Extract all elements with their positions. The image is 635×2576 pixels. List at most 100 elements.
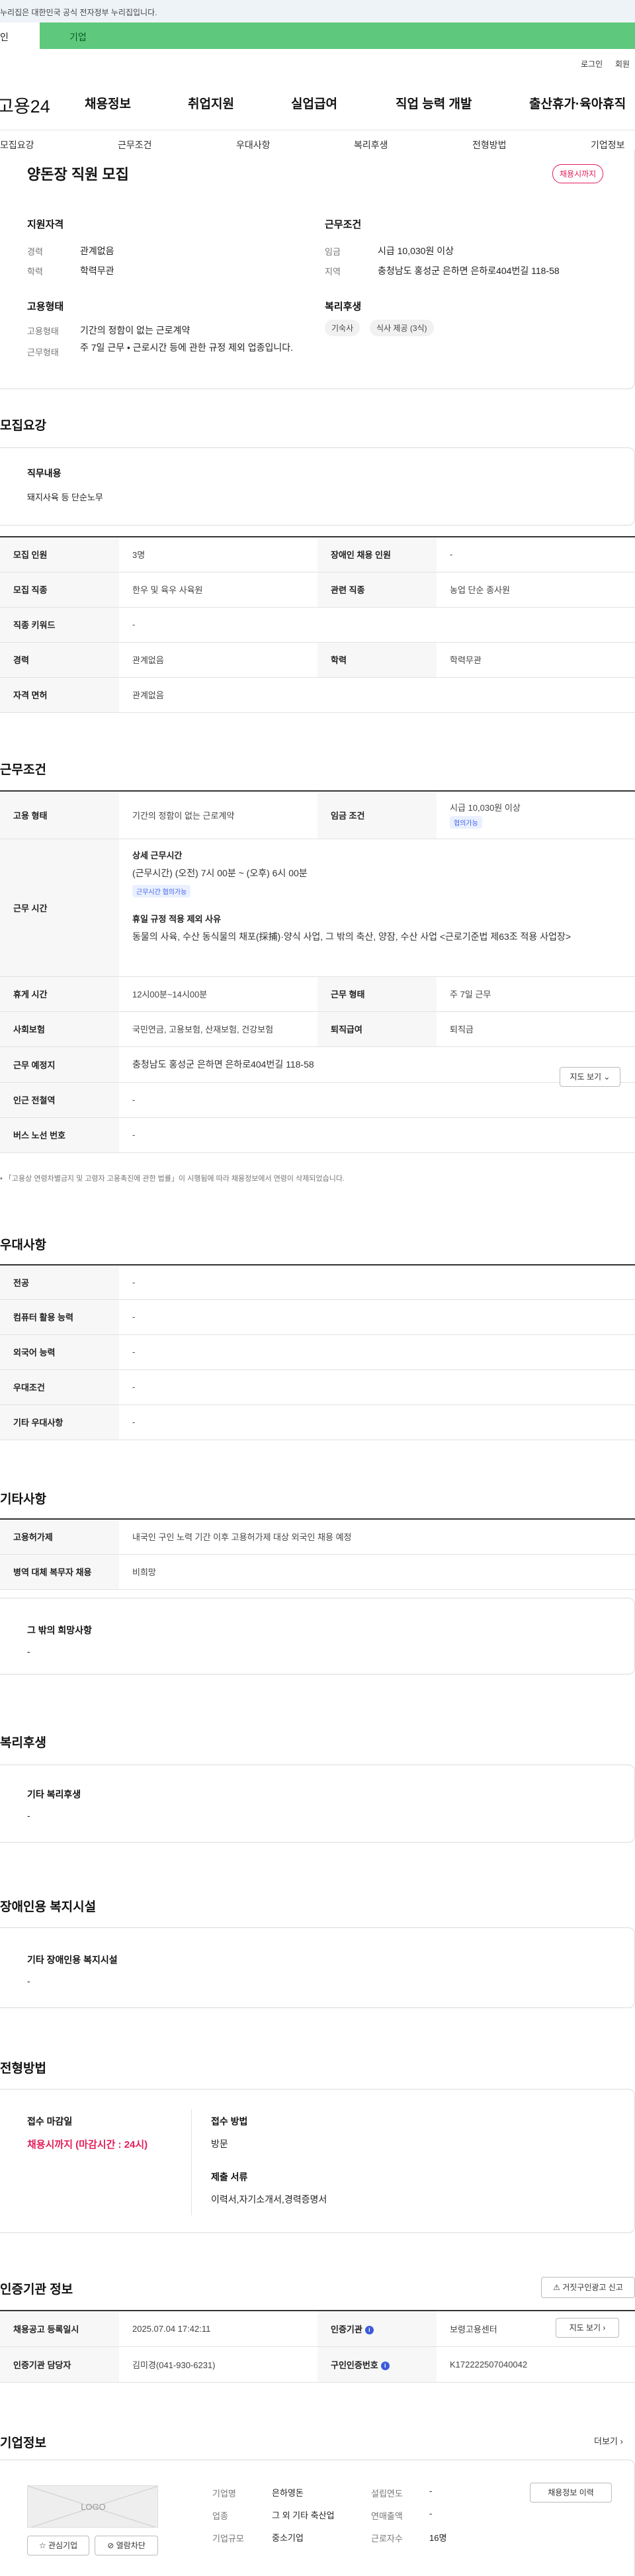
agency-table: 채용공고 등록일시 2025.07.04 17:42:11 인증기관 i 보령고용… — [0, 2310, 635, 2383]
logo-placeholder-text: LOGO — [81, 2502, 106, 2512]
welfare-etc-value: - — [27, 1810, 30, 1821]
permit-label: 고용허가제 — [0, 1519, 119, 1555]
emp-form-value: 기간의 정함이 없는 근로계약 — [119, 791, 318, 839]
gnb-item-parental-leave[interactable]: 출산휴가·육아휴직 — [529, 94, 626, 112]
pref-condition-value: - — [119, 1369, 635, 1405]
emp-form-label: 고용 형태 — [0, 791, 119, 839]
status-badge: 채용시까지 — [552, 164, 604, 183]
pref-language-label: 외국어 능력 — [0, 1334, 119, 1370]
pref-major-value: - — [119, 1265, 635, 1300]
site-logo[interactable]: 고용24 — [0, 92, 50, 118]
reg-label: 채용공고 등록일시 — [0, 2311, 119, 2347]
manager-value: 김미경(041-930-6231) — [119, 2346, 318, 2383]
info-icon[interactable]: i — [380, 2361, 390, 2370]
favorite-company-button[interactable]: ☆ 관심기업 — [27, 2536, 89, 2555]
gov-notice-bar: 누리집은 대한민국 공식 전자정부 누리집입니다. — [0, 0, 635, 23]
place-cell: 충청남도 홍성군 은하면 은하로404번길 118-58 — [119, 1046, 635, 1083]
etc-title: 기타사항 — [0, 1493, 46, 1506]
join-link[interactable]: 회원 — [615, 58, 630, 69]
tab-personal[interactable]: 인 — [0, 23, 40, 49]
break-label: 휴게 시간 — [0, 976, 119, 1012]
gnb-item-training[interactable]: 직업 능력 개발 — [396, 94, 472, 112]
facility-value: - — [27, 1976, 30, 1986]
staff-value: 16명 — [429, 2533, 447, 2543]
report-fake-ad-button[interactable]: ⚠ 거짓구인광고 신고 — [541, 2277, 635, 2298]
bus-value: - — [119, 1117, 635, 1153]
gnb-item-employment-support[interactable]: 취업지원 — [188, 94, 234, 112]
military-value: 비희망 — [119, 1554, 635, 1590]
chevron-right-icon: › — [620, 2436, 623, 2446]
req-career-label: 경력 — [0, 642, 119, 678]
reg-value: 2025.07.04 17:42:11 — [119, 2311, 318, 2347]
req-career-value: 관계없음 — [119, 642, 318, 678]
employment-head: 고용형태 — [27, 301, 64, 312]
sales-label: 연매출액 — [371, 2511, 403, 2521]
severance-label: 퇴직급여 — [318, 1011, 437, 1047]
industry-value: 그 외 기타 축산업 — [272, 2510, 335, 2520]
selection-title: 전형방법 — [0, 2062, 46, 2076]
welfare-pill-dorm: 기숙사 — [325, 320, 360, 336]
company-name-label: 기업명 — [212, 2489, 236, 2499]
tab-company[interactable]: 기업 — [40, 23, 635, 49]
agency-map-button[interactable]: 지도 보기 › — [556, 2318, 619, 2338]
other-wish-card: 그 밖의 희망사항 - — [0, 1598, 635, 1675]
license-label: 자격 면허 — [0, 677, 119, 713]
industry-label: 업종 — [212, 2511, 228, 2521]
insurance-label: 사회보험 — [0, 1011, 119, 1047]
job-summary-card: 양돈장 직원 모집 채용시까지 지원자격 경력 관계없음 학력 학력무관 고용형… — [0, 150, 635, 389]
preference-title: 우대사항 — [0, 1238, 46, 1252]
related-value: 농업 단순 종사원 — [437, 572, 635, 608]
company-more-link[interactable]: 더보기 › — [594, 2434, 623, 2447]
keyword-label: 직종 키워드 — [0, 607, 119, 643]
age-law-note: • 「고용상 연령차별금지 및 고령자 고용촉진에 관한 법률」이 시행됨에 따… — [0, 1175, 345, 1183]
keyword-value: - — [119, 607, 635, 643]
gnb-item-unemployment[interactable]: 실업급여 — [291, 94, 337, 112]
info-icon[interactable]: i — [364, 2325, 374, 2334]
size-value: 중소기업 — [272, 2533, 304, 2543]
emp-type-value: 기간의 정함이 없는 근로계약 — [80, 325, 190, 336]
gnb-item-jobs[interactable]: 채용정보 — [85, 94, 131, 112]
holiday-exclude-value: 동물의 사육, 수산 동식물의 채포(採捕)·양식 사업, 그 밖의 축산, 양… — [132, 931, 572, 942]
other-wish-head: 그 밖의 희망사항 — [27, 1625, 92, 1635]
edu-value: 학력무관 — [80, 265, 114, 276]
other-wish-value: - — [27, 1646, 30, 1657]
method-value: 방문 — [211, 2139, 228, 2149]
block-view-button[interactable]: ⊘ 열람차단 — [95, 2536, 158, 2555]
severance-value: 퇴직금 — [437, 1011, 635, 1047]
disabled-value: - — [437, 537, 635, 573]
welfare-card: 기타 복리후생 - — [0, 1765, 635, 1843]
map-view-button[interactable]: 지도 보기 ⌄ — [560, 1067, 620, 1087]
agency-title: 인증기관 정보 — [0, 2283, 73, 2297]
facility-title: 장애인용 복지시설 — [0, 1900, 97, 1914]
block-icon: ⊘ — [107, 2541, 114, 2550]
recruit-history-button[interactable]: 채용정보 이력 — [530, 2483, 612, 2503]
pref-etc-value: - — [119, 1404, 635, 1440]
chevron-right-icon: › — [603, 2323, 606, 2332]
wage-cond-cell: 시급 10,030원 이상 협의가능 — [437, 791, 635, 839]
recruit-title: 모집요강 — [0, 419, 46, 433]
station-label: 인근 전철역 — [0, 1082, 119, 1118]
military-label: 병역 대체 복무자 채용 — [0, 1554, 119, 1590]
gov-notice-text: 누리집은 대한민국 공식 전자정부 누리집입니다. — [0, 8, 157, 17]
company-logo-placeholder: LOGO — [27, 2485, 158, 2528]
hours-negotiable-badge: 근무시간 협의가능 — [132, 884, 191, 897]
size-label: 기업규모 — [212, 2534, 244, 2544]
disabled-label: 장애인 채용 인원 — [318, 537, 437, 573]
company-title: 기업정보 — [0, 2436, 46, 2450]
duty-head: 직무내용 — [27, 468, 62, 479]
work-type-value: 주 7일 근무 • 근로시간 등에 관한 규정 제외 업종입니다. — [80, 342, 294, 353]
deadline-head: 접수 마감일 — [27, 2116, 73, 2127]
welfare-etc-head: 기타 복리후생 — [27, 1789, 81, 1800]
career-label: 경력 — [27, 247, 43, 257]
login-link[interactable]: 로그인 — [581, 58, 603, 69]
pref-etc-label: 기타 우대사항 — [0, 1404, 119, 1440]
company-card: LOGO ☆ 관심기업 ⊘ 열람차단 기업명 은하영돈 업종 그 외 기타 축산… — [0, 2460, 635, 2576]
conditions-head: 근무조건 — [325, 219, 362, 230]
permit-value: 내국인 구인 노력 기간 이후 고용허가제 대상 외국인 채용 예정 — [119, 1519, 635, 1555]
docs-head: 제출 서류 — [211, 2172, 248, 2182]
career-value: 관계없음 — [80, 246, 114, 256]
hours-label: 근무 시간 — [0, 839, 119, 977]
manager-label: 인증기관 담당자 — [0, 2346, 119, 2383]
deadline-value: 채용시까지 (마감시간 : 24시) — [27, 2139, 148, 2150]
license-value: 관계없음 — [119, 677, 635, 713]
